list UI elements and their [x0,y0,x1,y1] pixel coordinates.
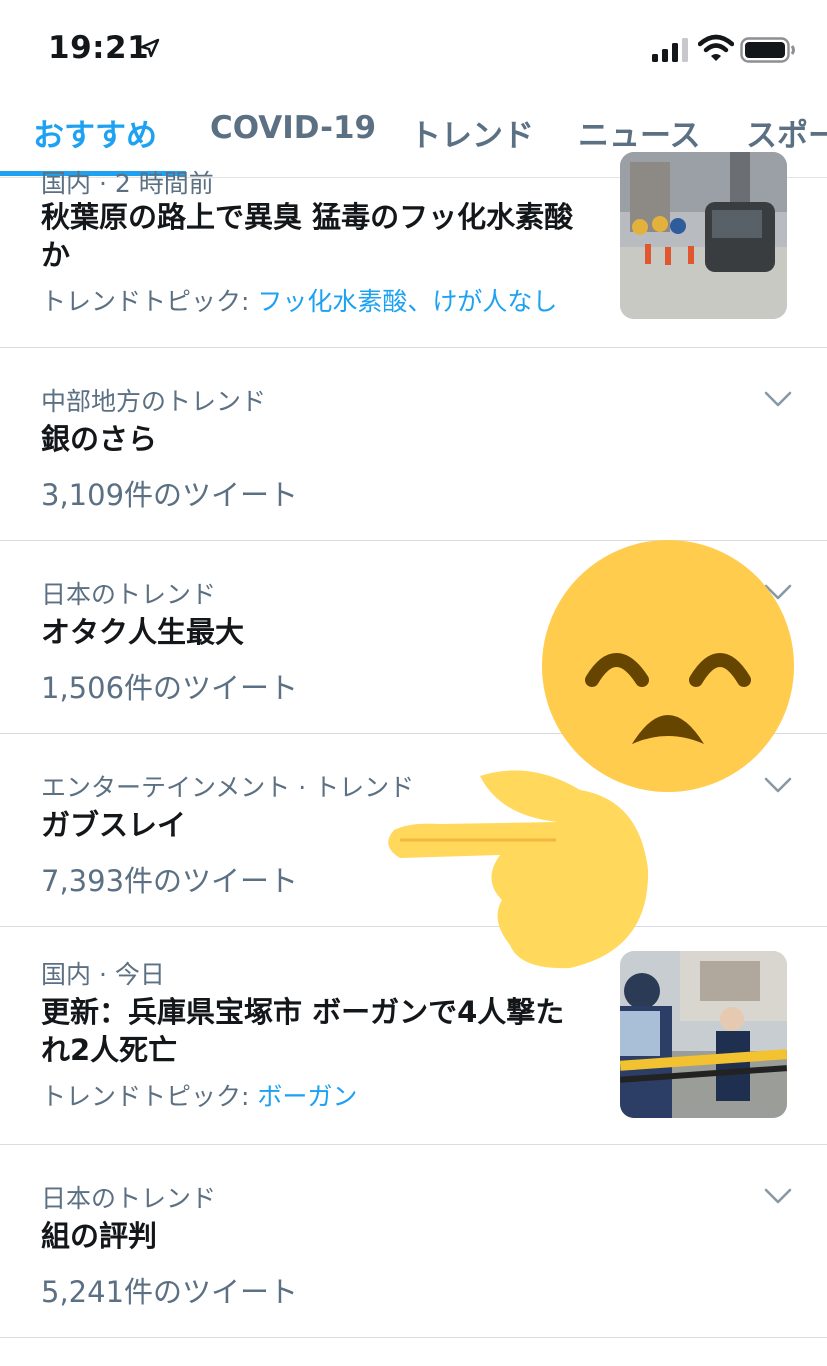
tweet-count: 3,109件のツイート [41,478,299,512]
chevron-down-icon[interactable] [764,1187,792,1205]
news-thumbnail[interactable] [620,152,787,319]
news-item[interactable]: 国内 · 2 時間前 秋葉原の路上で異臭 猛毒のフッ化水素酸 か トレンドトピッ… [0,152,827,348]
item-trending-topic: トレンドトピック: フッ化水素酸、けが人なし [41,287,558,316]
tweet-count: 7,393件のツイート [41,864,299,898]
wifi-icon [698,34,734,61]
chevron-down-icon[interactable] [764,583,792,601]
tab-news[interactable]: ニュース [578,110,700,155]
tab-for-you[interactable]: おすすめ [33,110,157,155]
status-time: 19:21 [48,30,150,66]
item-meta: 国内 · 今日 [41,960,165,989]
tab-trending[interactable]: トレンド [410,110,534,155]
item-meta: 日本のトレンド [41,580,217,609]
item-title: ガブスレイ [41,808,187,842]
topic-link[interactable]: フッ化水素酸、けが人なし [257,287,557,316]
item-meta: エンターテインメント · トレンド [41,773,415,802]
tweet-count: 5,241件のツイート [41,1275,299,1309]
item-title: 更新：兵庫県宝塚市 ボーガンで4人撃た れ2人死亡 [41,995,565,1067]
status-bar: 19:21 [0,0,827,90]
location-arrow-icon [140,38,160,58]
tab-covid-19[interactable]: COVID-19 [210,110,376,146]
news-thumbnail[interactable] [620,951,787,1118]
news-item[interactable]: 国内 · 今日 更新：兵庫県宝塚市 ボーガンで4人撃た れ2人死亡 トレンドトピ… [0,927,827,1145]
trend-item[interactable]: 日本のトレンド オタク人生最大 1,506件のツイート [0,541,827,734]
chevron-down-icon[interactable] [764,776,792,794]
trend-item[interactable]: 中部地方のトレンド 銀のさら 3,109件のツイート [0,348,827,541]
battery-icon [740,37,795,63]
item-trending-topic: トレンドトピック: ボーガン [41,1082,358,1111]
topic-link[interactable]: ボーガン [257,1082,357,1111]
item-title: 組の評判 [41,1219,158,1253]
item-meta: 中部地方のトレンド [41,387,267,416]
item-title: 銀のさら [41,422,158,456]
chevron-down-icon[interactable] [764,390,792,408]
item-meta: 国内 · 2 時間前 [41,169,214,198]
trend-item[interactable]: 日本のトレンド 組の評判 5,241件のツイート [0,1145,827,1338]
tab-sports[interactable]: スポー [746,110,827,155]
tweet-count: 1,506件のツイート [41,671,299,705]
trend-item[interactable]: エンターテインメント · トレンド ガブスレイ 7,393件のツイート [0,734,827,927]
cellular-signal-icon [652,38,688,62]
item-title: 秋葉原の路上で異臭 猛毒のフッ化水素酸 か [41,200,574,272]
item-title: オタク人生最大 [41,615,245,649]
item-meta: 日本のトレンド [41,1184,217,1213]
